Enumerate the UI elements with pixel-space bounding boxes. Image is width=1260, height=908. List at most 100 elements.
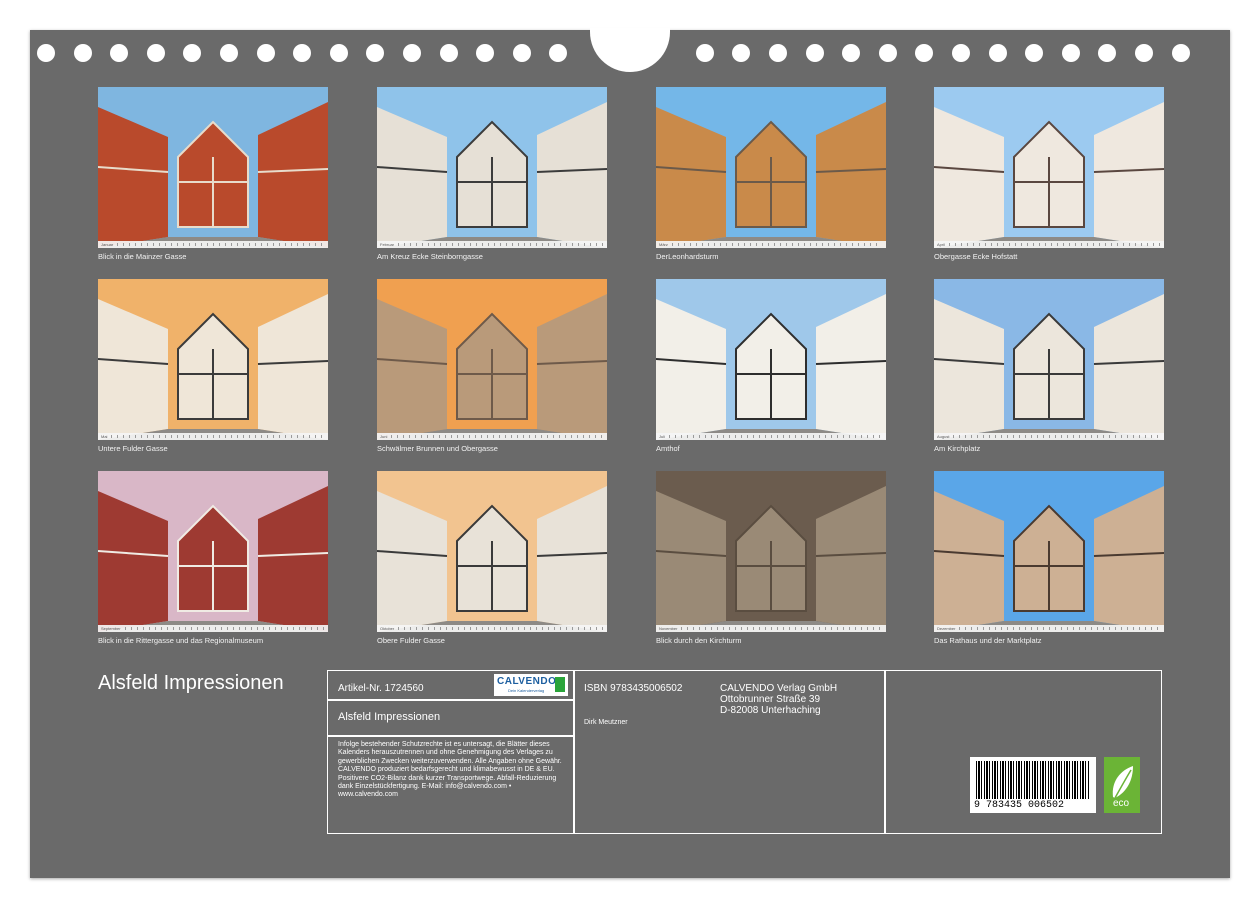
month-label: Juli bbox=[659, 434, 666, 439]
month-photo: Oktober bbox=[377, 471, 607, 632]
binding-hole bbox=[1025, 44, 1044, 62]
calendar-back-page: Januar Blick in die Mainzer Gasse Februar A… bbox=[30, 28, 1230, 878]
month-photo: November bbox=[656, 471, 886, 632]
hanger-notch bbox=[590, 28, 670, 72]
month-label: Oktober bbox=[380, 626, 395, 631]
month-calendar-strip: November bbox=[656, 625, 886, 632]
binding-hole bbox=[805, 44, 824, 62]
photo-caption: Schwälmer Brunnen und Obergasse bbox=[377, 444, 498, 453]
binding-hole bbox=[256, 44, 275, 62]
month-calendar-strip: Januar bbox=[98, 241, 328, 248]
binding-hole bbox=[37, 44, 55, 62]
calvendo-logo: CALVENDO Dein Kalenderverlag bbox=[494, 674, 568, 696]
photo-caption: Blick in die Mainzer Gasse bbox=[98, 252, 187, 261]
logo-text: CALVENDO bbox=[497, 676, 557, 687]
info-title: Alsfeld Impressionen bbox=[338, 711, 441, 723]
binding-hole bbox=[476, 44, 495, 62]
binding-hole bbox=[549, 44, 568, 62]
month-label: Februar bbox=[380, 242, 395, 247]
divider bbox=[328, 735, 573, 737]
month-label: April bbox=[937, 242, 946, 247]
barcode: 9 783435 006502 bbox=[970, 757, 1096, 813]
binding-hole bbox=[439, 44, 458, 62]
barcode-bars bbox=[976, 761, 1090, 799]
month-photo: Mai bbox=[98, 279, 328, 440]
binding-hole bbox=[842, 44, 861, 62]
binding-hole bbox=[1135, 44, 1153, 62]
day-ticks bbox=[681, 627, 882, 630]
day-ticks bbox=[959, 627, 1160, 630]
month-label: September bbox=[101, 626, 121, 631]
day-ticks bbox=[398, 243, 603, 246]
publisher-street: Ottobrunner Straße 39 bbox=[720, 694, 821, 705]
month-label: Juni bbox=[380, 434, 388, 439]
binding-hole bbox=[988, 44, 1007, 62]
day-ticks bbox=[398, 627, 603, 630]
binding-hole bbox=[695, 44, 714, 62]
author: Dirk Meutzner bbox=[584, 719, 628, 726]
binding-hole bbox=[183, 44, 202, 62]
binding-hole bbox=[952, 44, 970, 62]
binding-hole bbox=[73, 44, 92, 62]
month-label: November bbox=[659, 626, 678, 631]
eco-text: eco bbox=[1113, 798, 1130, 809]
month-calendar-strip: September bbox=[98, 625, 328, 632]
month-label: Mai bbox=[101, 434, 108, 439]
binding-hole bbox=[146, 44, 165, 62]
photo-caption: Blick in die Rittergasse und das Regiona… bbox=[98, 636, 264, 645]
month-label: Dezember bbox=[937, 626, 956, 631]
divider bbox=[573, 671, 575, 833]
month-calendar-strip: Februar bbox=[377, 241, 607, 248]
day-ticks bbox=[111, 435, 324, 438]
binding-hole bbox=[220, 44, 238, 62]
day-ticks bbox=[117, 243, 324, 246]
month-calendar-strip: Oktober bbox=[377, 625, 607, 632]
binding-hole bbox=[1171, 44, 1190, 62]
day-ticks bbox=[669, 435, 882, 438]
binding-hole bbox=[329, 44, 348, 62]
calendar-title: Alsfeld Impressionen bbox=[98, 672, 284, 694]
publisher-name: CALVENDO Verlag GmbH bbox=[720, 683, 838, 694]
month-photo: Februar bbox=[377, 87, 607, 248]
day-ticks bbox=[949, 243, 1160, 246]
photo-caption: Untere Fulder Gasse bbox=[98, 444, 168, 453]
publisher-city: D-82008 Unterhaching bbox=[720, 705, 821, 716]
month-photo: Januar bbox=[98, 87, 328, 248]
logo-subtitle: Dein Kalenderverlag bbox=[508, 688, 545, 693]
photo-caption: Das Rathaus und der Marktplatz bbox=[934, 636, 1042, 645]
photo-caption: Blick durch den Kirchturm bbox=[656, 636, 742, 645]
binding-hole bbox=[878, 44, 897, 62]
isbn: ISBN 9783435006502 bbox=[584, 683, 683, 694]
photo-caption: Obere Fulder Gasse bbox=[377, 636, 445, 645]
photo-caption: Am Kirchplatz bbox=[934, 444, 981, 453]
photo-caption: Amthof bbox=[656, 444, 680, 453]
month-photo: März bbox=[656, 87, 886, 248]
eco-label: eco bbox=[1104, 757, 1140, 813]
divider bbox=[884, 671, 886, 833]
day-ticks bbox=[124, 627, 324, 630]
day-ticks bbox=[953, 435, 1160, 438]
month-photo: Juni bbox=[377, 279, 607, 440]
month-calendar-strip: Juni bbox=[377, 433, 607, 440]
article-number: Artikel-Nr. 1724560 bbox=[338, 683, 424, 694]
binding-hole bbox=[293, 44, 312, 62]
day-ticks bbox=[391, 435, 603, 438]
month-photo: August bbox=[934, 279, 1164, 440]
divider bbox=[328, 699, 573, 701]
barcode-number: 9 783435 006502 bbox=[974, 800, 1065, 811]
photo-caption: Obergasse Ecke Hofstatt bbox=[934, 252, 1018, 261]
month-photo: Juli bbox=[656, 279, 886, 440]
legal-text: Infolge bestehender Schutzrechte ist es … bbox=[338, 741, 562, 799]
month-label: März bbox=[659, 242, 668, 247]
month-photo: September bbox=[98, 471, 328, 632]
month-calendar-strip: März bbox=[656, 241, 886, 248]
binding-hole bbox=[1098, 44, 1117, 62]
month-label: Januar bbox=[101, 242, 114, 247]
binding-hole bbox=[512, 44, 531, 62]
month-calendar-strip: Mai bbox=[98, 433, 328, 440]
month-photo: April bbox=[934, 87, 1164, 248]
month-calendar-strip: August bbox=[934, 433, 1164, 440]
publisher-address: CALVENDO Verlag GmbH Ottobrunner Straße … bbox=[720, 683, 837, 716]
info-box: Artikel-Nr. 1724560 CALVENDO Dein Kalend… bbox=[327, 670, 1162, 834]
binding-hole bbox=[403, 44, 421, 62]
